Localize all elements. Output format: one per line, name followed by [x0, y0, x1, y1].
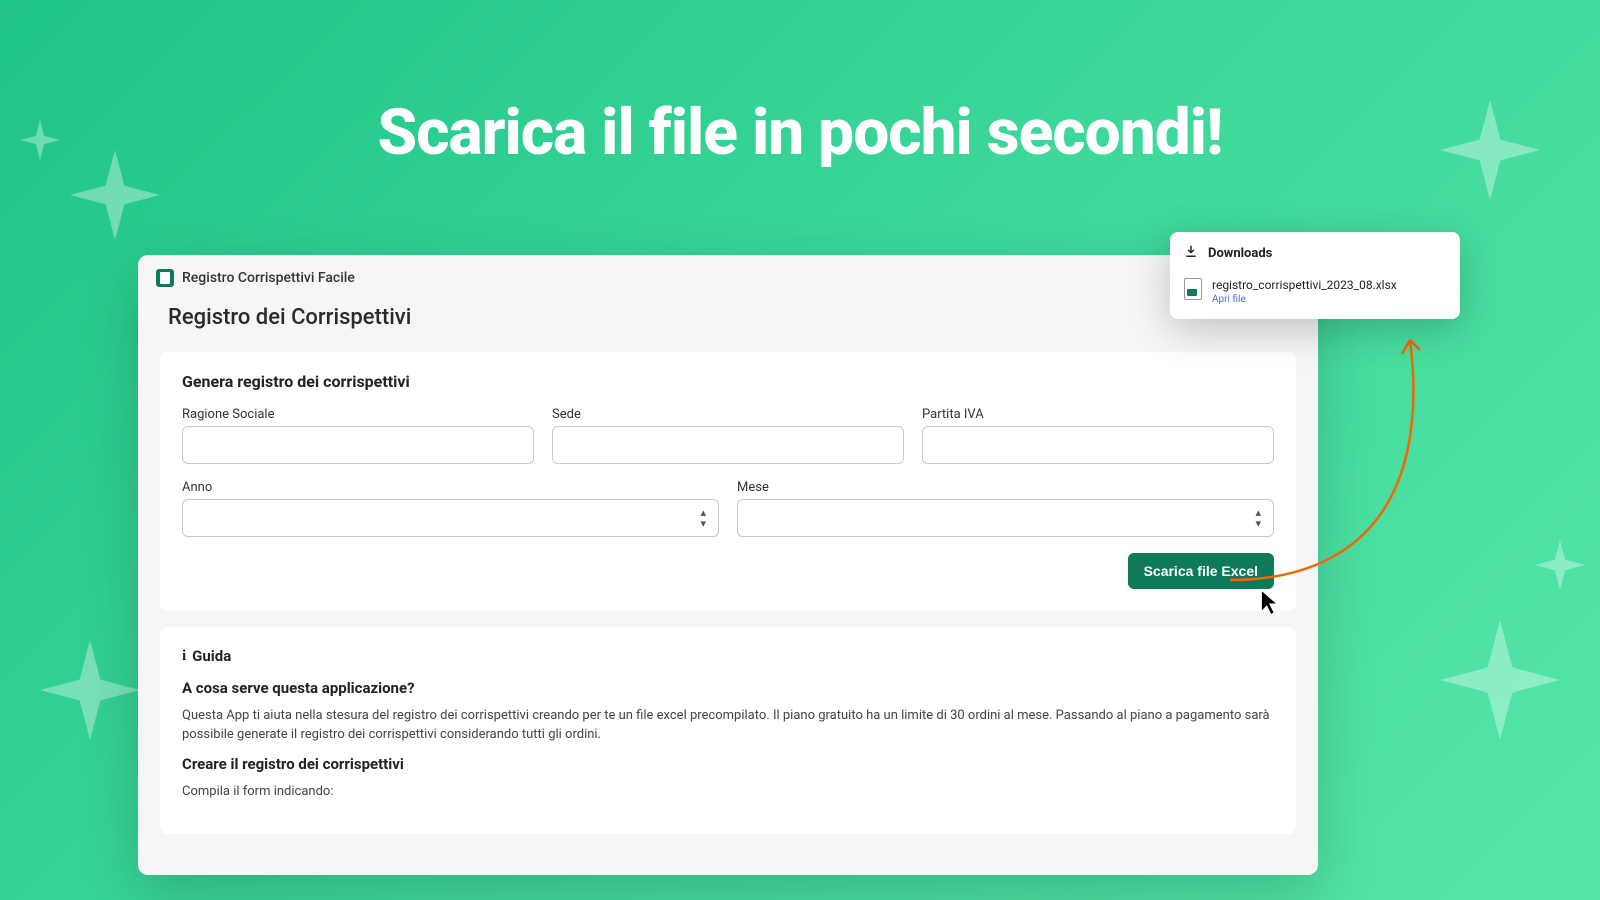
label-mese: Mese — [737, 480, 1274, 495]
app-name: Registro Corrispettivi Facile — [182, 270, 355, 286]
select-mese[interactable]: ▴▾ — [737, 499, 1274, 537]
input-ragione-sociale[interactable] — [182, 426, 534, 464]
page-title: Registro dei Corrispettivi — [138, 295, 1318, 352]
sparkle-icon — [1535, 540, 1585, 590]
input-partita-iva[interactable] — [922, 426, 1274, 464]
input-sede[interactable] — [552, 426, 904, 464]
app-logo-icon — [156, 269, 174, 287]
downloads-popup: Downloads registro_corrispettivi_2023_08… — [1170, 232, 1460, 319]
guide-heading: i Guida — [182, 647, 1274, 665]
label-ragione-sociale: Ragione Sociale — [182, 407, 534, 422]
chevron-updown-icon: ▴▾ — [700, 507, 706, 529]
download-arrow-icon — [1184, 244, 1198, 262]
select-anno[interactable]: ▴▾ — [182, 499, 719, 537]
sparkle-icon — [40, 640, 140, 740]
app-window: Registro Corrispettivi Facile Registro d… — [138, 255, 1318, 875]
downloads-header: Downloads — [1170, 232, 1460, 270]
form-card-title: Genera registro dei corrispettivi — [182, 372, 1274, 391]
excel-file-icon — [1184, 278, 1202, 300]
label-anno: Anno — [182, 480, 719, 495]
app-header: Registro Corrispettivi Facile — [138, 255, 1318, 295]
label-partita-iva: Partita IVA — [922, 407, 1274, 422]
guide-section1-title: A cosa serve questa applicazione? — [182, 679, 1274, 697]
hero-title: Scarica il file in pochi secondi! — [0, 95, 1600, 170]
guide-section2-body: Compila il form indicando: — [182, 783, 1274, 802]
label-sede: Sede — [552, 407, 904, 422]
download-file-name: registro_corrispettivi_2023_08.xlsx — [1212, 278, 1397, 292]
sparkle-icon — [1440, 620, 1560, 740]
info-icon: i — [182, 648, 186, 665]
guide-card: i Guida A cosa serve questa applicazione… — [160, 627, 1296, 834]
downloads-label: Downloads — [1208, 246, 1272, 261]
guide-section2-title: Creare il registro dei corrispettivi — [182, 755, 1274, 773]
download-excel-button[interactable]: Scarica file Excel — [1128, 553, 1274, 589]
download-file-action[interactable]: Apri file — [1212, 294, 1397, 305]
form-card: Genera registro dei corrispettivi Ragion… — [160, 352, 1296, 611]
guide-section1-body: Questa App ti aiuta nella stesura del re… — [182, 707, 1274, 745]
chevron-updown-icon: ▴▾ — [1255, 507, 1261, 529]
guide-heading-text: Guida — [192, 647, 231, 665]
download-item[interactable]: registro_corrispettivi_2023_08.xlsx Apri… — [1170, 270, 1460, 319]
